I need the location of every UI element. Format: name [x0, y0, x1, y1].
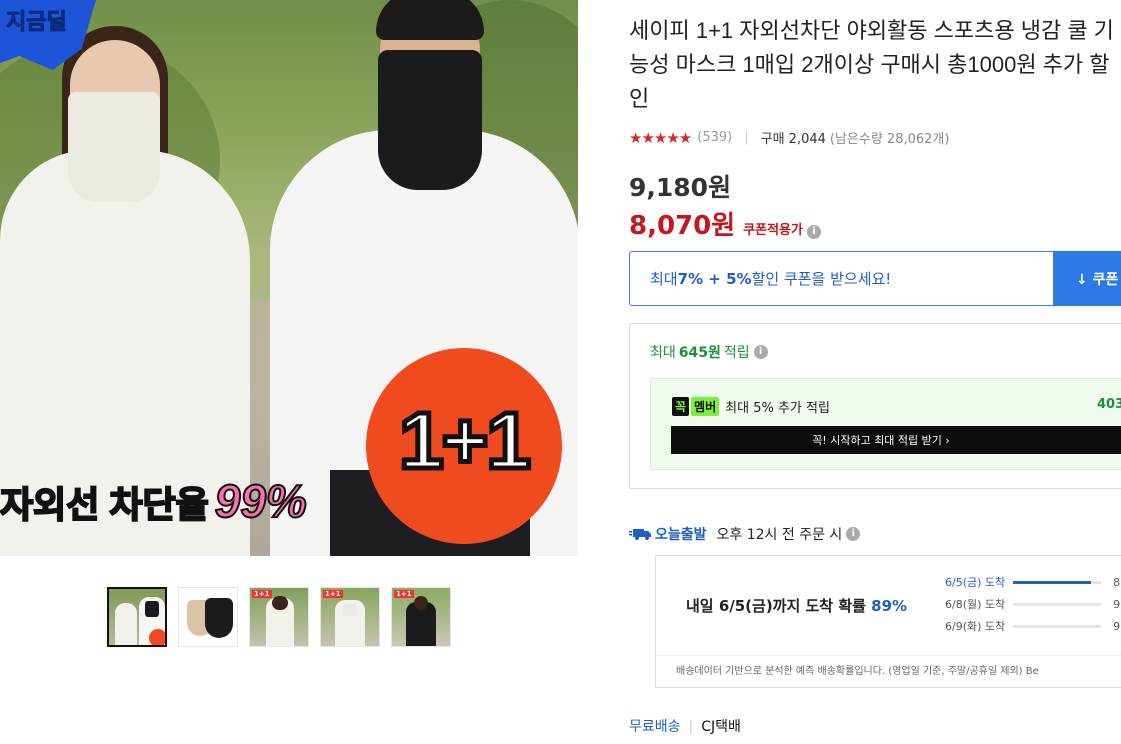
coupon-applied-label: 쿠폰적용가 [743, 223, 803, 238]
arrival-bar-value: 9 [1113, 619, 1121, 633]
white-mask [68, 92, 160, 202]
arrival-bar-value: 8 [1113, 575, 1121, 589]
truck-icon [629, 527, 651, 541]
product-title: 세이피 1+1 자외선차단 야외활동 스포츠용 냉감 쿨 기능성 마스크 1매입… [629, 18, 1114, 111]
thumbnail-3[interactable]: 1+1 [249, 587, 309, 647]
thumbnail-1[interactable] [107, 587, 167, 647]
arrival-percent: 89% [871, 597, 908, 615]
member-start-button[interactable]: 꼭! 시작하고 최대 적립 받기 › [671, 426, 1121, 454]
thumbnail-2[interactable] [178, 587, 238, 647]
reward-line: 최대 645원 적립 i [650, 342, 768, 362]
arrival-bar-label: 6/9(화) 도착 [945, 620, 1006, 633]
arrival-bar-row: 6/9(화) 도착 9 [945, 618, 1120, 634]
arrival-footnote: 배송데이터 기반으로 분석한 예측 배송확률입니다. (영업일 기준, 주말/공… [676, 666, 1039, 677]
original-price: 9,180원 [629, 173, 732, 202]
arrival-bar-row: 6/5(금) 도착 8 [945, 574, 1120, 590]
member-reward-text: 최대 5% 추가 적립 [725, 401, 830, 416]
thumbnail-5[interactable]: 1+1 [391, 587, 451, 647]
info-icon[interactable]: i [806, 225, 821, 239]
coupon-rate: 7% + 5% [677, 269, 752, 288]
arrival-bar-row: 6/8(월) 도착 9 [945, 596, 1120, 612]
today-shipping-label: 오늘출발 [655, 527, 707, 543]
free-shipping-label: 무료배송 [629, 719, 681, 735]
uv-caption: 자외선 차단율 99% [0, 474, 308, 528]
black-mask [378, 50, 482, 190]
shipping-row: 오늘출발 오후 12시 전 주문 시 i [629, 524, 861, 544]
model-man-hair [376, 0, 484, 40]
arrival-bar-track [1013, 580, 1102, 584]
review-count[interactable]: (539) [697, 130, 732, 145]
divider: | [744, 130, 749, 145]
thumbnail-4[interactable]: 1+1 [320, 587, 380, 647]
purchase-count: 구매 2,044 [760, 132, 826, 147]
shipping-cutoff: 오후 12시 전 주문 시 [716, 527, 843, 543]
arrival-bar-track [1013, 624, 1102, 628]
coupon-banner[interactable]: 최대 7% + 5% 할인 쿠폰을 받으세요! [629, 251, 1054, 306]
arrival-probability: 내일 6/5(금)까지 도착 확률 89% [686, 597, 908, 615]
arrival-bar-label: 6/5(금) 도착 [945, 576, 1006, 589]
info-icon[interactable]: i [846, 527, 861, 541]
arrival-bar-value: 9 [1113, 597, 1121, 611]
arrival-bar-label: 6/8(월) 도착 [945, 598, 1006, 611]
arrival-bar-fill [1013, 580, 1092, 584]
uv-percent: 99% [214, 474, 308, 528]
star-rating-icon[interactable]: ★★★★★ [629, 129, 692, 147]
member-badge-icon: 꼭 [672, 397, 690, 416]
member-reward-amount: 403 [1097, 397, 1121, 412]
coupon-download-button[interactable]: ↓ 쿠폰 [1054, 251, 1121, 306]
sale-price-row: 8,070원 쿠폰적용가 i [629, 205, 821, 242]
divider [656, 655, 1121, 656]
remaining-stock: (남은수량 28,062개) [829, 132, 950, 147]
member-badge-label: 멤버 [691, 397, 720, 416]
product-main-image[interactable]: 지금딜 1+1 자외선 차단율 99% [0, 0, 578, 556]
info-icon[interactable]: i [753, 345, 768, 359]
member-reward-line: 꼭 멤버 최대 5% 추가 적립 [672, 397, 830, 416]
promo-badge-text: 1+1 [397, 394, 534, 488]
rating-row: ★★★★★ (539) | 구매 2,044 (남은수량 28,062개) [629, 128, 950, 148]
delivery-info: 무료배송 | CJ택배 [629, 719, 741, 735]
arrival-bar-track [1013, 602, 1102, 606]
carrier-name: CJ택배 [701, 719, 741, 735]
reward-amount: 645원 [678, 345, 721, 361]
member-reward-box [650, 378, 1121, 470]
sale-price: 8,070원 [629, 211, 736, 241]
